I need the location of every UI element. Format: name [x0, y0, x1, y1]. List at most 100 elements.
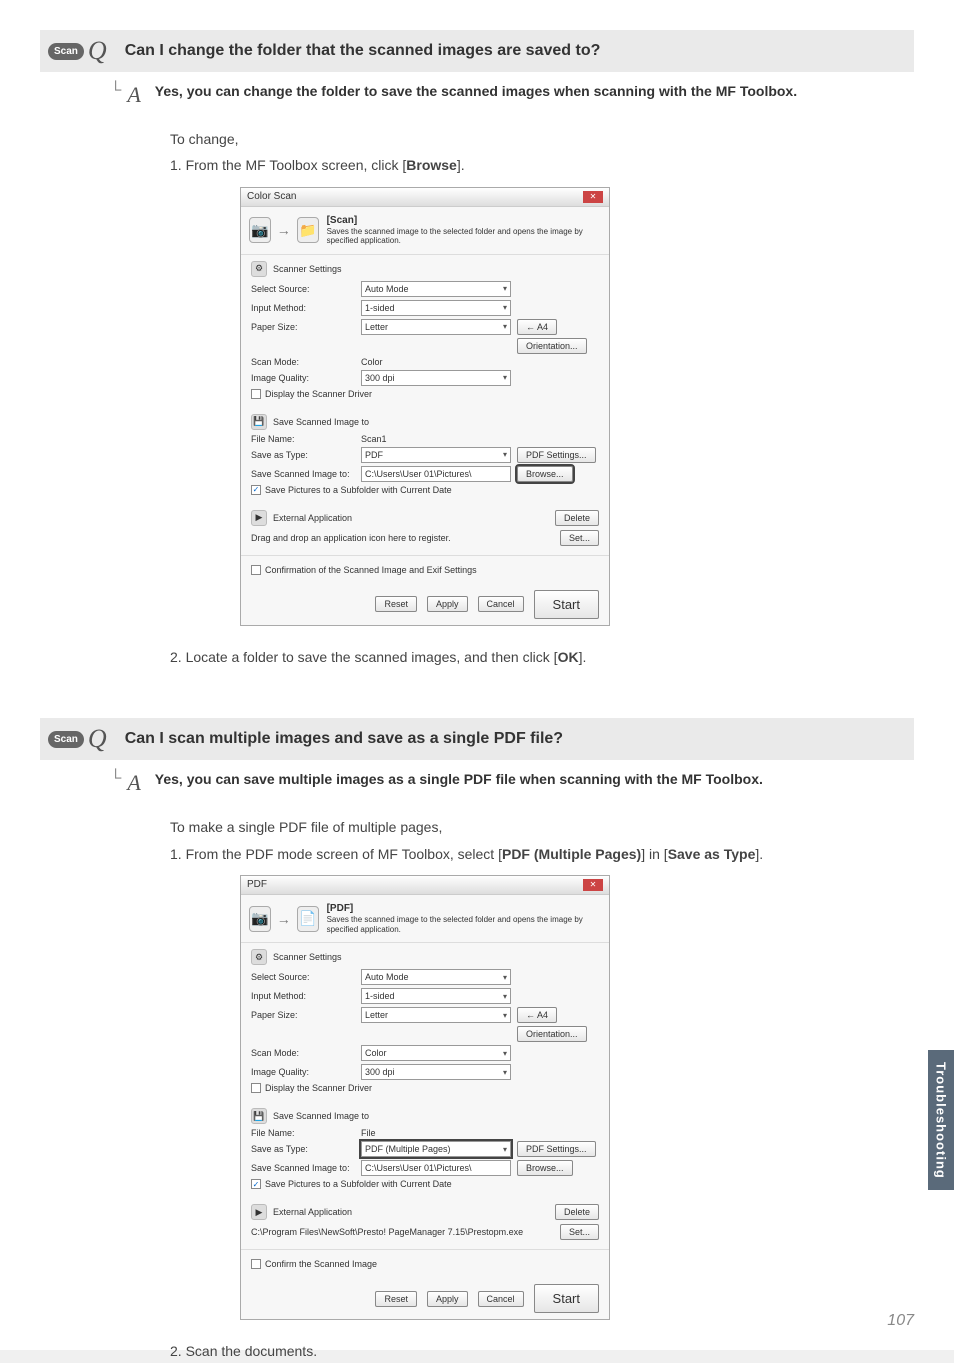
- step1-post-2: ].: [755, 846, 763, 862]
- intro-2: To make a single PDF file of multiple pa…: [170, 816, 914, 838]
- banner-desc-2: Saves the scanned image to the selected …: [327, 915, 583, 934]
- input-method-dropdown-2[interactable]: 1-sided: [361, 988, 511, 1004]
- step1-mid-2: ] in [: [641, 846, 667, 862]
- apply-button-1[interactable]: Apply: [427, 596, 468, 612]
- dialog-titlebar-2: PDF ✕: [241, 876, 609, 895]
- confirm-label-2: Confirm the Scanned Image: [265, 1259, 377, 1269]
- settings-icon-2: ⚙: [251, 949, 267, 965]
- scan-badge-2: Scan: [48, 731, 84, 748]
- question-text-1: Can I change the folder that the scanned…: [125, 42, 601, 60]
- start-button-2[interactable]: Start: [534, 1284, 599, 1313]
- tree-mark-icon: └: [110, 82, 121, 108]
- scanner-settings-section-2: ⚙ Scanner Settings Select Source:Auto Mo…: [241, 943, 609, 1102]
- subfolder-checkbox-1[interactable]: ✓: [251, 485, 261, 495]
- display-driver-label-2: Display the Scanner Driver: [265, 1083, 372, 1093]
- app-icon: ▶: [251, 510, 267, 526]
- file-name-label-1: File Name:: [251, 434, 361, 444]
- input-method-label-1: Input Method:: [251, 303, 361, 313]
- paper-size-dropdown-1[interactable]: Letter: [361, 319, 511, 335]
- save-icon: 💾: [251, 414, 267, 430]
- app-path-2: C:\Program Files\NewSoft\Presto! PageMan…: [251, 1227, 523, 1237]
- step1-2: 1. From the PDF mode screen of MF Toolbo…: [170, 843, 914, 865]
- qa-block-1: Scan Q Can I change the folder that the …: [40, 30, 914, 668]
- image-quality-dropdown-2[interactable]: 300 dpi: [361, 1064, 511, 1080]
- image-quality-label-2: Image Quality:: [251, 1067, 361, 1077]
- a4-button-2[interactable]: ← A4: [517, 1007, 557, 1023]
- external-app-label-2: External Application: [273, 1207, 352, 1217]
- select-source-dropdown-2[interactable]: Auto Mode: [361, 969, 511, 985]
- cancel-button-1[interactable]: Cancel: [478, 596, 524, 612]
- save-as-type-dropdown-2[interactable]: PDF (Multiple Pages): [361, 1141, 511, 1157]
- step2-post: ].: [579, 649, 587, 665]
- answer-row-2: └ A Yes, you can save multiple images as…: [110, 770, 914, 796]
- pdf-settings-button-2[interactable]: PDF Settings...: [517, 1141, 596, 1157]
- file-name-value-1: Scan1: [361, 434, 387, 444]
- banner-text-2: [PDF] Saves the scanned image to the sel…: [327, 903, 601, 934]
- reset-button-2[interactable]: Reset: [375, 1291, 417, 1307]
- pdf-settings-button-1[interactable]: PDF Settings...: [517, 447, 596, 463]
- set-button-2[interactable]: Set...: [560, 1224, 599, 1240]
- image-quality-dropdown-1[interactable]: 300 dpi: [361, 370, 511, 386]
- delete-button-1[interactable]: Delete: [555, 510, 599, 526]
- banner-2: 📷 → 📄 [PDF] Saves the scanned image to t…: [241, 895, 609, 943]
- external-app-section-2: ▶ External Application Delete C:\Program…: [241, 1198, 609, 1249]
- tree-mark-icon-2: └: [110, 770, 121, 796]
- question-row-2: Scan Q Can I scan multiple images and sa…: [40, 718, 914, 760]
- banner-1: 📷 → 📁 [Scan] Saves the scanned image to …: [241, 207, 609, 255]
- a-letter-2: A: [127, 770, 140, 796]
- q-letter-2: Q: [88, 724, 107, 754]
- banner-title-1: [Scan]: [327, 215, 601, 227]
- pdf-dialog: PDF ✕ 📷 → 📄 [PDF] Saves the scanned imag…: [240, 875, 610, 1320]
- select-source-label-2: Select Source:: [251, 972, 361, 982]
- dialog-title-2: PDF: [247, 879, 267, 891]
- intro-1: To change,: [170, 128, 914, 150]
- a4-button-1[interactable]: ← A4: [517, 319, 557, 335]
- browse-button-2[interactable]: Browse...: [517, 1160, 573, 1176]
- body-text-1: To change, 1. From the MF Toolbox screen…: [170, 128, 914, 177]
- answer-text-1: Yes, you can change the folder to save t…: [155, 82, 914, 108]
- scanner-settings-section-1: ⚙ Scanner Settings Select Source:Auto Mo…: [241, 255, 609, 408]
- start-button-1[interactable]: Start: [534, 590, 599, 619]
- scanner-settings-label-2: Scanner Settings: [273, 952, 342, 962]
- question-text-2: Can I scan multiple images and save as a…: [125, 730, 563, 748]
- delete-button-2[interactable]: Delete: [555, 1204, 599, 1220]
- orientation-button-1[interactable]: Orientation...: [517, 338, 587, 354]
- cancel-button-2[interactable]: Cancel: [478, 1291, 524, 1307]
- scan-mode-dropdown-2[interactable]: Color: [361, 1045, 511, 1061]
- browse-button-1[interactable]: Browse...: [517, 466, 573, 482]
- save-to-value-2: C:\Users\User 01\Pictures\: [361, 1160, 511, 1176]
- arrow-icon-2: →: [277, 911, 291, 927]
- close-icon[interactable]: ✕: [583, 191, 603, 203]
- scan-mode-label-1: Scan Mode:: [251, 357, 361, 367]
- scan-mode-value-1: Color: [361, 357, 383, 367]
- paper-size-dropdown-2[interactable]: Letter: [361, 1007, 511, 1023]
- subfolder-label-2: Save Pictures to a Subfolder with Curren…: [265, 1179, 452, 1189]
- scanner-icon: 📷: [249, 217, 271, 243]
- orientation-button-2[interactable]: Orientation...: [517, 1026, 587, 1042]
- paper-size-label-2: Paper Size:: [251, 1010, 361, 1020]
- subfolder-checkbox-2[interactable]: ✓: [251, 1179, 261, 1189]
- display-driver-checkbox-1[interactable]: [251, 389, 261, 399]
- color-scan-dialog: Color Scan ✕ 📷 → 📁 [Scan] Saves the scan…: [240, 187, 610, 626]
- save-section-label-2: Save Scanned Image to: [273, 1111, 369, 1121]
- qa-block-2: Scan Q Can I scan multiple images and sa…: [40, 718, 914, 1362]
- subfolder-label-1: Save Pictures to a Subfolder with Curren…: [265, 485, 452, 495]
- save-as-type-dropdown-1[interactable]: PDF: [361, 447, 511, 463]
- display-driver-checkbox-2[interactable]: [251, 1083, 261, 1093]
- scan-mode-label-2: Scan Mode:: [251, 1048, 361, 1058]
- input-method-dropdown-1[interactable]: 1-sided: [361, 300, 511, 316]
- set-button-1[interactable]: Set...: [560, 530, 599, 546]
- close-icon-2[interactable]: ✕: [583, 879, 603, 891]
- drag-drop-text-1: Drag and drop an application icon here t…: [251, 533, 451, 543]
- confirm-checkbox-1[interactable]: [251, 565, 261, 575]
- confirm-checkbox-2[interactable]: [251, 1259, 261, 1269]
- apply-button-2[interactable]: Apply: [427, 1291, 468, 1307]
- step1-post: ].: [457, 157, 465, 173]
- select-source-dropdown-1[interactable]: Auto Mode: [361, 281, 511, 297]
- step1-bold2-2: Save as Type: [668, 846, 756, 862]
- reset-button-1[interactable]: Reset: [375, 596, 417, 612]
- step1-pre: 1. From the MF Toolbox screen, click [: [170, 157, 406, 173]
- save-as-type-label-2: Save as Type:: [251, 1144, 361, 1154]
- step2-2: 2. Scan the documents.: [170, 1340, 914, 1362]
- step2-text-2: 2. Scan the documents.: [170, 1340, 914, 1362]
